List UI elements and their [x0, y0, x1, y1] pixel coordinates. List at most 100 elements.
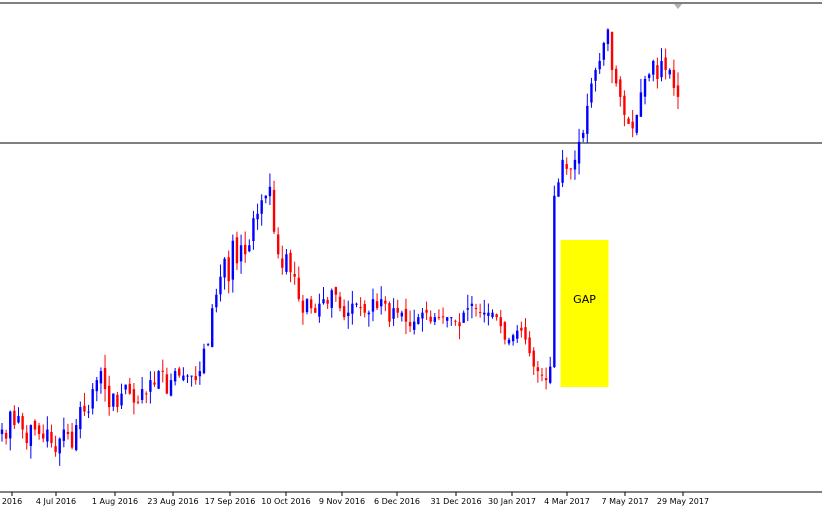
candle-body [165, 374, 169, 394]
candle-body [272, 189, 276, 232]
candle-body [17, 416, 20, 423]
candle-body [598, 60, 601, 70]
candle-body [445, 317, 449, 321]
candle-body [46, 429, 49, 442]
candle-body [256, 213, 259, 220]
candle-body [347, 312, 350, 317]
candle-body [676, 85, 680, 97]
candle-body [561, 159, 564, 183]
gap-annotation-box [560, 240, 609, 387]
candle-body [330, 290, 333, 308]
candle-body [441, 316, 445, 318]
candle-body [231, 240, 235, 280]
chart-svg: GAP 2016 4 Jul 2016 1 Aug 2016 23 Aug 2016 17… [0, 2, 822, 506]
candle-body [50, 431, 53, 444]
candle-body [400, 312, 404, 317]
candle-body [322, 299, 325, 304]
candle-body [429, 316, 432, 322]
x-tick-label: 1 Aug 2016 [92, 497, 138, 506]
candle-body [491, 312, 494, 318]
candle-body [293, 273, 296, 277]
candle-body [462, 312, 465, 323]
candle-body [437, 316, 441, 318]
candle-body [351, 303, 354, 314]
candle-body [511, 335, 515, 342]
x-tick-label: 29 May 2017 [657, 497, 709, 506]
candle-body [326, 300, 329, 304]
x-tick-label: 4 Mar 2017 [544, 497, 590, 506]
candle-body [211, 308, 214, 347]
candle-body [417, 317, 420, 324]
candle-body [186, 375, 189, 377]
candle-body [281, 258, 284, 268]
candle-body [198, 371, 202, 377]
candle-body [219, 276, 222, 295]
candle-body [83, 405, 86, 412]
candle-body [37, 425, 41, 435]
candlestick-chart: GAP 2016 4 Jul 2016 1 Aug 2016 23 Aug 2016 17… [0, 0, 822, 512]
candle-body [252, 218, 255, 242]
candle-body [206, 344, 210, 346]
candle-body [450, 317, 453, 319]
x-tick-label: 10 Oct 2016 [261, 497, 310, 506]
candle-body [635, 114, 638, 133]
candle-body [573, 159, 577, 170]
candle-body [532, 350, 535, 367]
candle-body [120, 393, 123, 406]
x-tick-label: 23 Aug 2016 [147, 497, 198, 506]
candle-body [9, 411, 12, 439]
candle-body [25, 432, 28, 444]
candle-body [602, 42, 606, 60]
candle-body [132, 389, 136, 403]
candle-body [173, 371, 177, 382]
x-tick-label: 2016 [2, 497, 22, 506]
candle-body [388, 303, 391, 322]
candle-body [656, 65, 659, 79]
candle-body [149, 380, 152, 392]
candle-body [487, 312, 490, 316]
candle-body [227, 257, 230, 282]
candle-body [606, 29, 610, 45]
candle-body [359, 306, 362, 309]
candle-body [62, 429, 66, 441]
candle-body [289, 252, 292, 273]
candle-body [342, 306, 346, 318]
candle-body [631, 121, 634, 129]
candle-body [248, 245, 251, 252]
candle-body [58, 438, 61, 454]
candle-body [301, 300, 305, 313]
candle-body [384, 300, 387, 304]
candle-body [66, 431, 70, 435]
candle-body [116, 394, 119, 408]
candle-body [103, 367, 107, 390]
candle-body [544, 378, 548, 381]
candle-body [503, 322, 507, 340]
candle-body [581, 132, 585, 138]
candle-body [74, 425, 78, 451]
candle-body [178, 368, 181, 376]
candle-body [458, 322, 461, 327]
candle-body [421, 312, 424, 319]
candle-body [425, 309, 428, 313]
candle-body [260, 200, 263, 214]
candle-body [392, 308, 395, 319]
candle-body [639, 92, 643, 117]
candle-body [21, 416, 24, 430]
candle-body [586, 105, 589, 134]
candle-body [557, 182, 560, 197]
candle-body [268, 186, 272, 197]
candle-body [235, 237, 239, 264]
candle-body [553, 195, 556, 368]
candle-body [145, 393, 148, 395]
candle-body [13, 410, 16, 426]
candle-body [474, 308, 478, 310]
candle-body [169, 380, 173, 396]
candle-body [318, 303, 321, 317]
candle-body [202, 348, 206, 374]
candle-body [239, 245, 243, 262]
candle-body [371, 299, 375, 312]
candle-body [380, 299, 383, 307]
x-tick-label: 17 Sep 2016 [205, 497, 256, 506]
candle-body [660, 60, 663, 78]
x-tick-label: 7 May 2017 [601, 497, 648, 506]
